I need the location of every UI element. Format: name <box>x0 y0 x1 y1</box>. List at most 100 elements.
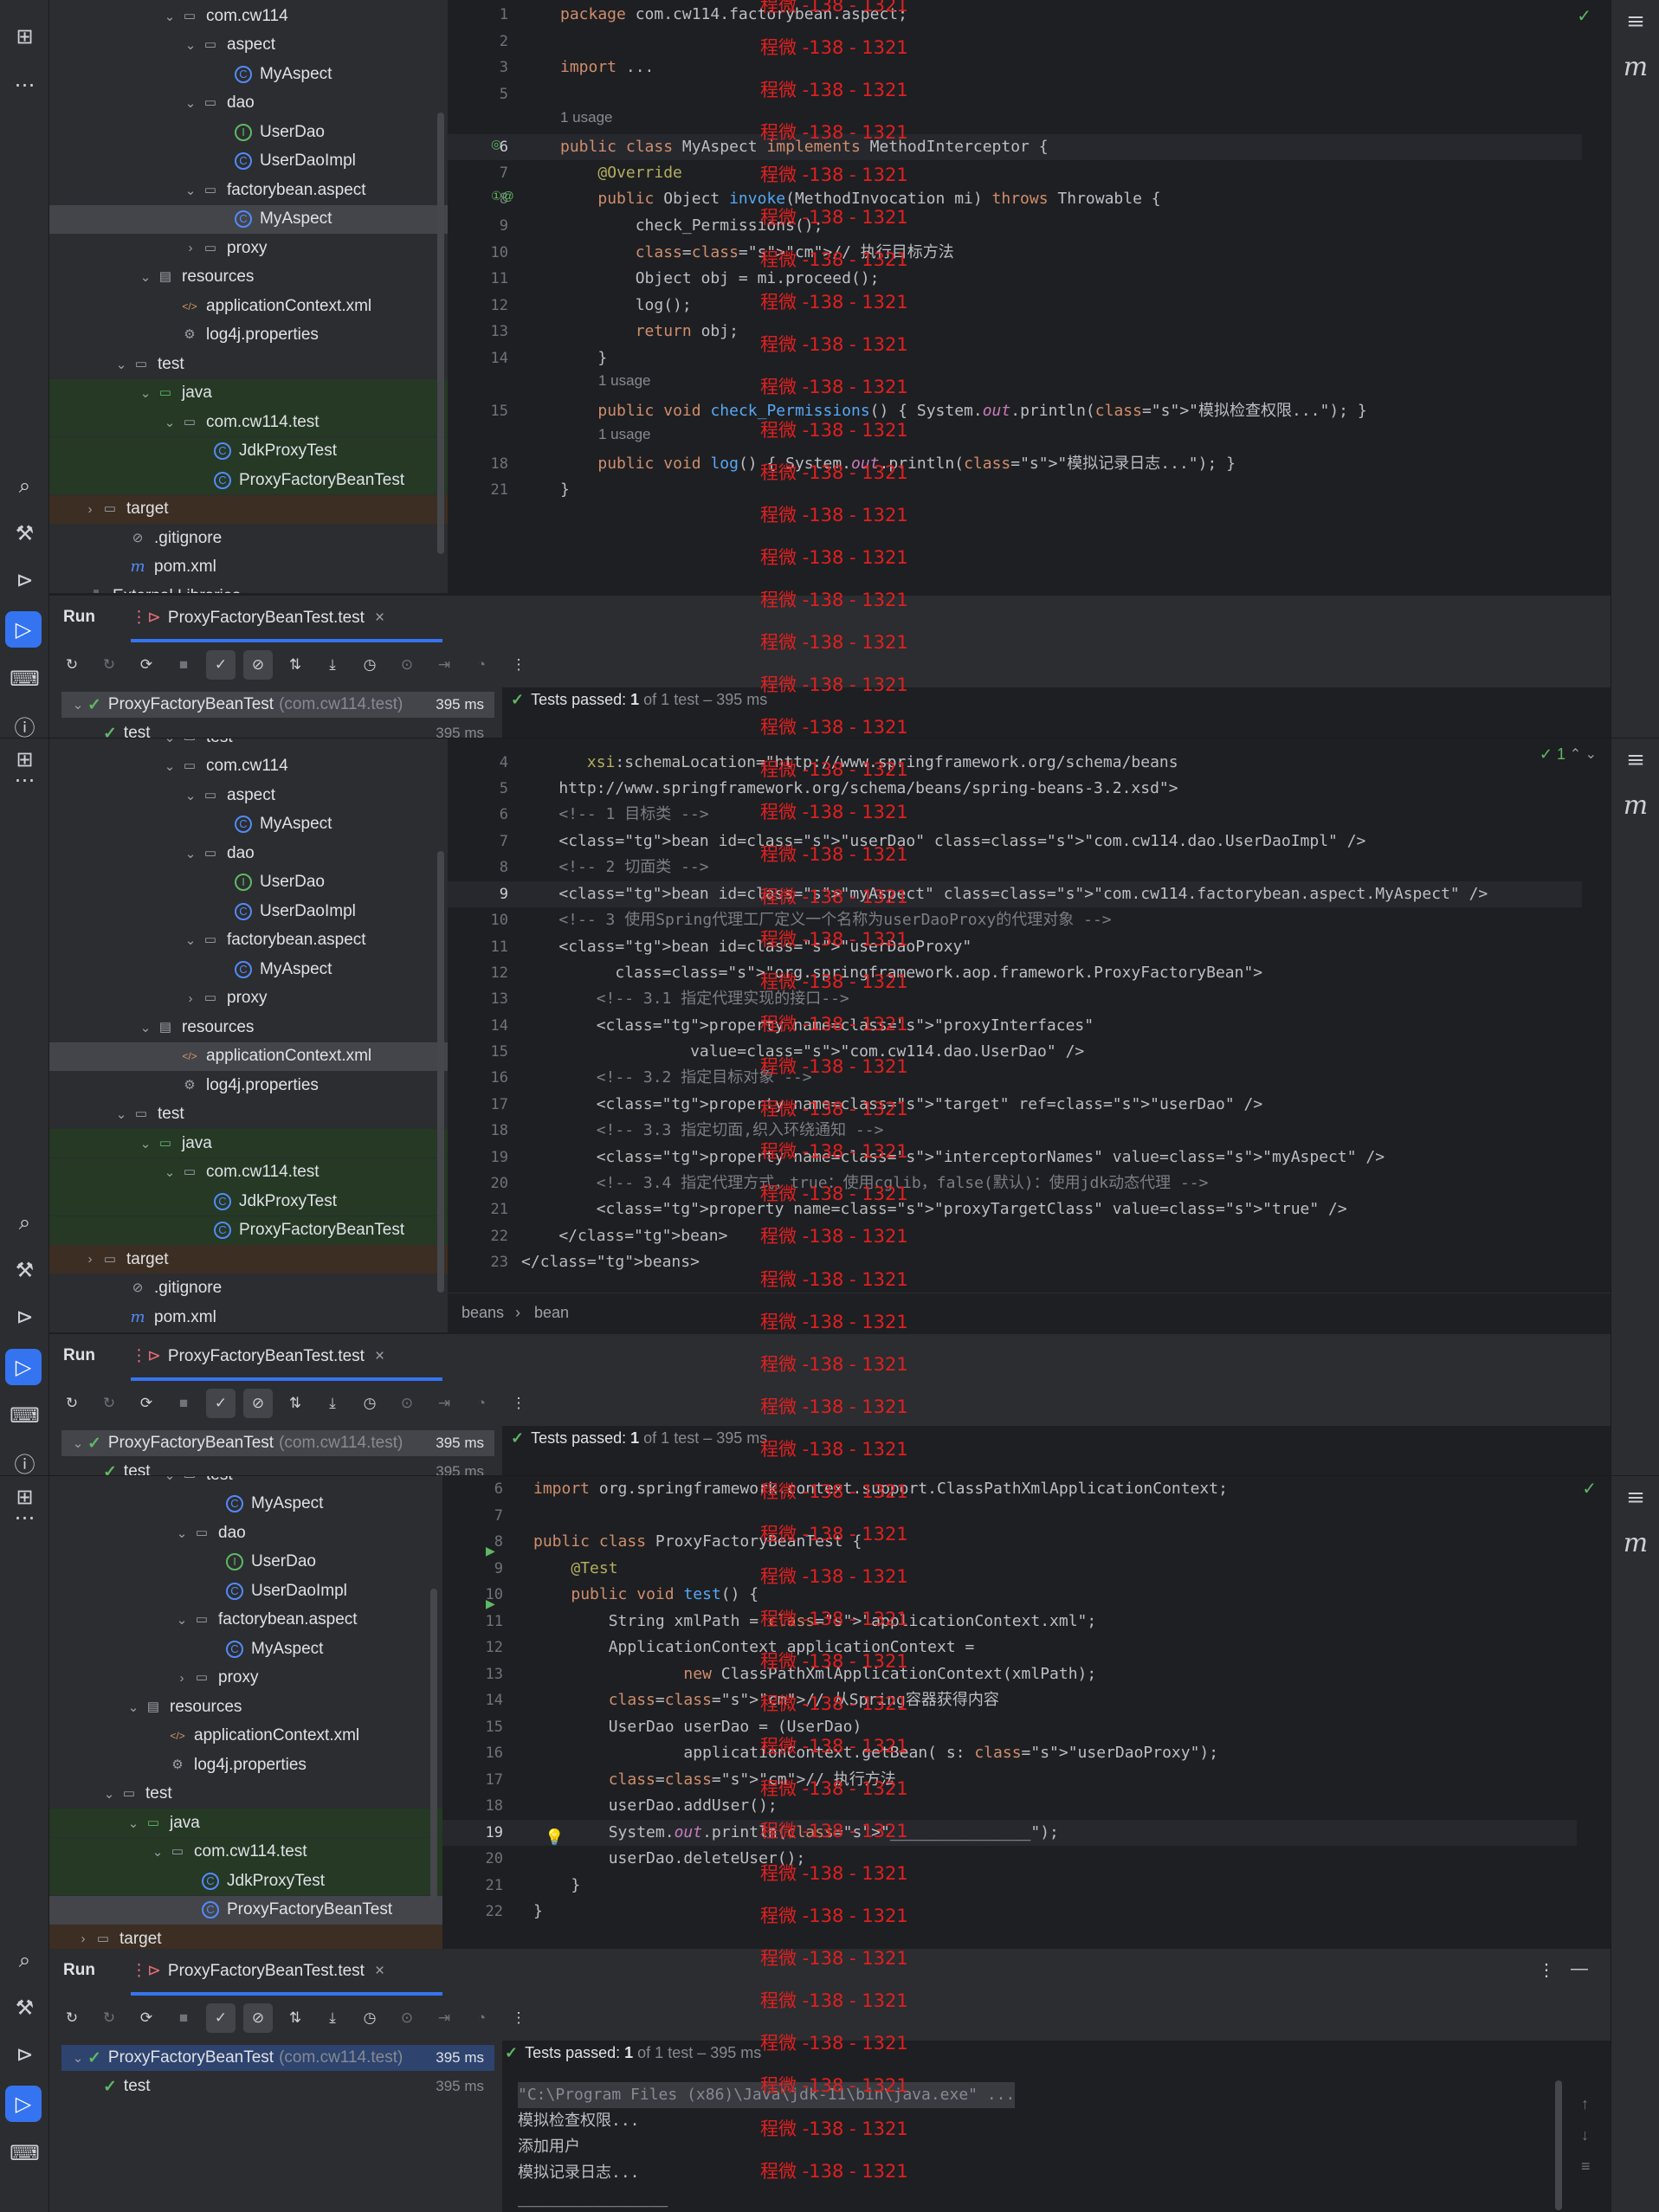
tree-item[interactable]: ›⫼ External Libraries <box>49 582 448 594</box>
rerun-failed-icon[interactable]: ↻ <box>94 1389 124 1418</box>
more-icon[interactable]: ⋮ <box>504 650 533 680</box>
chevron-down-icon[interactable]: ⌄ <box>136 1136 155 1151</box>
console-scrollbar[interactable] <box>1555 2080 1562 2210</box>
problems-icon[interactable]: ⓘ <box>0 1441 49 1476</box>
tree-item[interactable]: ⌄▭ test <box>49 1780 442 1809</box>
rerun-failed-icon[interactable]: ↻ <box>94 2003 124 2033</box>
tree-item[interactable]: ⌄ ▭ aspect <box>49 31 448 60</box>
tree-item[interactable]: m pom.xml <box>49 1303 448 1332</box>
show-ignored-icon[interactable]: ⊘ <box>243 2003 273 2033</box>
chevron-down-icon[interactable]: ⌄ <box>172 1612 191 1628</box>
code-line[interactable]: ApplicationContext applicationContext = <box>533 1635 975 1661</box>
more-icon[interactable]: ⋯ <box>0 759 49 801</box>
code-line[interactable]: applicationContext.getBean( s: class="s"… <box>533 1740 1218 1766</box>
screenshot-icon[interactable]: ⊙ <box>392 1389 422 1418</box>
tree-item[interactable]: › ▭ target <box>49 494 448 524</box>
build-icon[interactable]: ⚒ <box>0 1987 49 2028</box>
chevron-down-icon[interactable]: ⌄ <box>112 357 131 372</box>
code-line[interactable]: System.out.println(class="s">"__________… <box>533 1820 1059 1846</box>
timer-icon[interactable]: ◔ <box>467 2003 496 2033</box>
stop-icon[interactable]: ■ <box>169 650 198 680</box>
tree-item[interactable]: ⌄▭ test <box>49 1100 448 1129</box>
export-icon[interactable]: ⇥ <box>429 650 459 680</box>
import-icon[interactable]: ⤓ <box>318 1389 347 1418</box>
close-tab-icon[interactable]: × <box>375 609 384 627</box>
toggle-autotest-icon[interactable]: ⟳ <box>132 2003 161 2033</box>
screenshot-icon[interactable]: ⊙ <box>392 650 422 680</box>
import-icon[interactable]: ⤓ <box>318 650 347 680</box>
more-icon[interactable]: ⋮ <box>504 2003 533 2033</box>
code-line[interactable]: http://www.springframework.org/schema/be… <box>521 776 1178 802</box>
tree-item[interactable]: ⊘ .gitignore <box>49 524 448 552</box>
tree-item[interactable]: m pom.xml <box>49 553 448 582</box>
chevron-down-icon[interactable]: ⌄ <box>136 385 155 401</box>
code-line[interactable]: UserDao userDao = (UserDao) <box>533 1714 862 1740</box>
tree-item[interactable]: ⌄ ▤ resources <box>49 263 448 292</box>
chevron-down-icon[interactable]: ⌄ <box>172 1525 191 1541</box>
code-line[interactable]: <class="tg">property name=class="s">"pro… <box>521 1196 1347 1222</box>
rerun-icon[interactable]: ↻ <box>57 1389 87 1418</box>
chevron-right-icon[interactable]: › <box>81 502 100 517</box>
tree-item[interactable]: ⌄ ▭ com.cw114.test <box>49 1158 448 1187</box>
tree-item[interactable]: ⌄▭ test <box>49 738 448 751</box>
scroll-up-icon[interactable]: ↑ <box>1581 2095 1589 2113</box>
services-icon[interactable]: ⊳ <box>0 2034 49 2075</box>
timer-icon[interactable]: ◔ <box>467 1389 496 1418</box>
hide-icon[interactable]: — <box>1571 1959 1588 1979</box>
tree-item[interactable]: ⌄ ▭ com.cw114.test <box>49 1837 442 1867</box>
code-line[interactable]: } <box>560 345 607 371</box>
chevron-down-icon[interactable]: ⌄ <box>181 183 200 198</box>
tree-item[interactable]: </> applicationContext.xml <box>49 1722 442 1751</box>
code-line[interactable]: <class="tg">property name=class="s">"tar… <box>521 1092 1263 1118</box>
code-line[interactable]: <class="tg">property name=class="s">"int… <box>521 1145 1385 1170</box>
search-icon[interactable]: ⌕ <box>0 466 49 507</box>
code-line[interactable]: <class="tg">property name=class="s">"pro… <box>521 1013 1094 1039</box>
chevron-down-icon[interactable]: ⌄ <box>181 95 200 111</box>
tree-scrollbar[interactable] <box>437 113 444 554</box>
console-output[interactable]: "C:\Program Files (x86)\Java\jdk-11\bin\… <box>504 2075 1562 2212</box>
breadcrumb-item[interactable]: beans <box>462 1304 504 1322</box>
lightbulb-icon[interactable]: 💡 <box>545 1828 564 1847</box>
screenshot-icon[interactable]: ⊙ <box>392 2003 422 2033</box>
code-line[interactable]: <!-- 3.2 指定目标对象 --> <box>521 1065 812 1091</box>
database-icon[interactable]: ≡ <box>1611 9 1659 35</box>
code-line[interactable]: class=class="s">"cm">// 从Spring容器获得内容 <box>533 1687 999 1713</box>
build-icon[interactable]: ⚒ <box>0 513 49 554</box>
code-line[interactable]: <!-- 2 切面类 --> <box>521 854 708 880</box>
tree-item[interactable]: C UserDaoImpl <box>49 897 448 925</box>
code-line[interactable]: class=class="s">"cm">// 执行目标方法 <box>560 240 954 266</box>
code-line[interactable]: <class="tg">bean id=class="s">"userDaoPr… <box>521 934 972 960</box>
close-tab-icon[interactable]: × <box>375 1962 384 1980</box>
code-line[interactable]: public void check_Permissions() { System… <box>560 398 1366 424</box>
tree-item[interactable]: ⊘ .gitignore <box>49 1274 448 1303</box>
code-line[interactable]: } <box>533 1873 580 1899</box>
more-icon[interactable]: ⋯ <box>0 64 49 106</box>
close-tab-icon[interactable]: × <box>375 1347 384 1365</box>
test-child-row[interactable]: ✓ test 395 ms <box>103 720 494 738</box>
import-icon[interactable]: ⤓ <box>318 2003 347 2033</box>
code-line[interactable]: @Test <box>533 1556 617 1582</box>
test-child-row[interactable]: ✓ test 395 ms <box>103 1459 494 1475</box>
code-line[interactable]: <!-- 3 使用Spring代理工厂定义一个名称为userDaoProxy的代… <box>521 907 1111 933</box>
more-icon[interactable]: ⋮ <box>504 1389 533 1418</box>
chevron-down-icon[interactable]: ⌄ <box>112 1106 131 1122</box>
tree-item[interactable]: ⌄ ▭ dao <box>49 1519 442 1547</box>
tree-item[interactable]: C ProxyFactoryBeanTest <box>49 1216 448 1245</box>
code-line[interactable]: new ClassPathXmlApplicationContext(xmlPa… <box>533 1661 1096 1687</box>
chevron-down-icon[interactable]: ⌄ <box>68 1435 87 1451</box>
maven-icon[interactable]: m <box>1611 1528 1659 1558</box>
tree-item[interactable]: I UserDao <box>49 1548 442 1577</box>
breadcrumb-item[interactable]: bean <box>534 1304 569 1322</box>
sort-icon[interactable]: ⇅ <box>281 2003 310 2033</box>
tree-item[interactable]: ⌄ ▭ com.cw114.test <box>49 408 448 436</box>
inspection-ok-icon[interactable]: ✓ <box>1577 5 1591 27</box>
stop-icon[interactable]: ■ <box>169 1389 198 1418</box>
chevron-down-icon[interactable]: ⌄ <box>160 1164 179 1180</box>
test-root-row[interactable]: ⌄ ✓ ProxyFactoryBeanTest (com.cw114.test) 39… <box>61 2045 494 2071</box>
tree-item[interactable]: ⌄ ▭ java <box>49 1129 448 1158</box>
search-icon[interactable]: ⌕ <box>0 1203 49 1244</box>
timer-icon[interactable]: ◔ <box>467 650 496 680</box>
tab-run[interactable]: Run <box>63 1346 95 1365</box>
override-gutter-icon[interactable]: ①@ <box>491 189 514 203</box>
chevron-down-icon[interactable]: ⌄ <box>100 1786 119 1802</box>
